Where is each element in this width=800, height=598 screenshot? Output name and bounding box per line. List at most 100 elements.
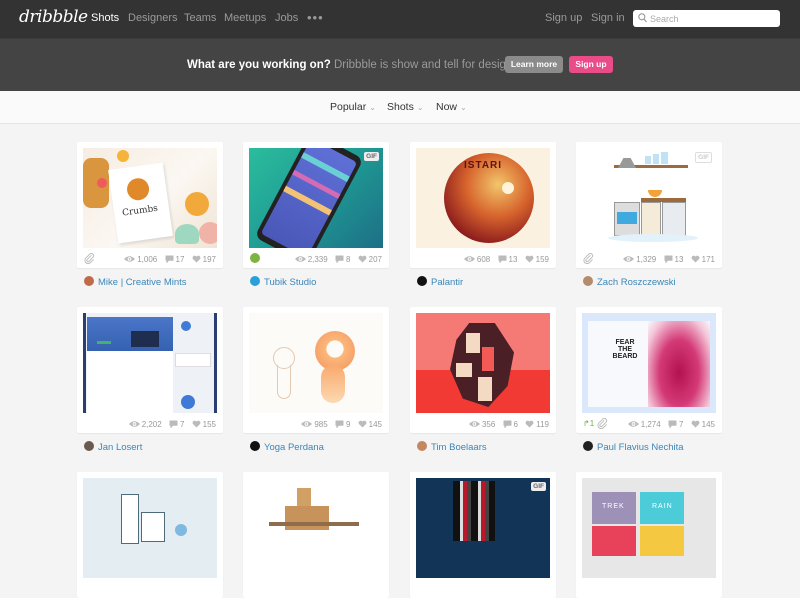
rain-card: RAIN: [640, 492, 684, 524]
shot-card[interactable]: GIF 2,339 8 207: [243, 142, 389, 268]
search-box[interactable]: [633, 10, 780, 27]
nav-jobs[interactable]: Jobs: [275, 12, 298, 24]
nav-designers[interactable]: Designers: [128, 12, 178, 24]
shot-card[interactable]: [243, 472, 389, 598]
learn-more-button[interactable]: Learn more: [505, 56, 563, 73]
likes-count[interactable]: 197: [192, 255, 216, 264]
comments-count[interactable]: 7: [668, 420, 683, 429]
shot-author[interactable]: Palantir: [417, 276, 463, 288]
likes-count[interactable]: 145: [358, 420, 382, 429]
nav-shots[interactable]: Shots: [91, 12, 119, 24]
comments-count[interactable]: 7: [169, 420, 184, 429]
shot-thumbnail[interactable]: GIF: [249, 148, 383, 248]
shot-thumbnail[interactable]: [249, 313, 383, 413]
shot-card[interactable]: 985 9 145: [243, 307, 389, 433]
jar-shape: [653, 154, 659, 164]
author-name[interactable]: Tim Boelaars: [431, 442, 487, 453]
shot-thumbnail[interactable]: ISTARI: [416, 148, 550, 248]
comments-count[interactable]: 8: [335, 255, 350, 264]
shot-card[interactable]: GIF: [410, 472, 556, 598]
nav-teams[interactable]: Teams: [184, 12, 216, 24]
nav-sign-in[interactable]: Sign in: [591, 12, 625, 24]
shot-card[interactable]: 356 6 119: [410, 307, 556, 433]
gif-badge: GIF: [364, 152, 379, 161]
cta-shape: [97, 341, 111, 344]
outline-nine-tail: [277, 365, 291, 399]
eye-icon: [124, 255, 135, 263]
author-name[interactable]: Paul Flavius Nechita: [597, 442, 684, 453]
likes-count[interactable]: 145: [691, 420, 715, 429]
sort-filter-dropdown[interactable]: Popular ⌄: [330, 101, 376, 113]
comment-icon: [335, 255, 344, 263]
eye-icon: [129, 420, 140, 428]
shot-thumbnail[interactable]: TREK RAIN: [582, 478, 716, 578]
comments-count[interactable]: 13: [664, 255, 683, 264]
rebound-icon[interactable]: [250, 253, 260, 263]
shot-author[interactable]: Yoga Perdana: [250, 441, 324, 453]
attachment-icon[interactable]: [583, 253, 594, 264]
author-name[interactable]: Zach Roszczewski: [597, 277, 676, 288]
shot-thumbnail[interactable]: FEAR THE BEARD: [582, 313, 716, 413]
shot-author[interactable]: Mike | Creative Mints: [84, 276, 187, 288]
building-shape: [285, 506, 329, 530]
likes-count[interactable]: 119: [525, 420, 549, 429]
dribbble-logo[interactable]: dribbble: [19, 7, 88, 27]
author-name[interactable]: Palantir: [431, 277, 463, 288]
shot-card[interactable]: GIF 1,329 13 171: [576, 142, 722, 268]
shot-thumbnail[interactable]: Crumbs: [83, 148, 217, 248]
shot-card[interactable]: 2,202 7 155: [77, 307, 223, 433]
shot-thumbnail[interactable]: [83, 313, 217, 413]
nav-meetups[interactable]: Meetups: [224, 12, 266, 24]
likes-count[interactable]: 171: [691, 255, 715, 264]
shot-author[interactable]: Zach Roszczewski: [583, 276, 676, 288]
likes-count[interactable]: 159: [525, 255, 549, 264]
shot-stats: 985 9 145: [296, 420, 382, 429]
author-name[interactable]: Jan Losert: [98, 442, 142, 453]
likes-count[interactable]: 155: [192, 420, 216, 429]
trek-text: TREK: [602, 503, 625, 510]
shot-card[interactable]: Crumbs 1,006 17 197: [77, 142, 223, 268]
banner-message: What are you working on? Dribbble is sho…: [187, 59, 531, 71]
shot-thumbnail[interactable]: GIF: [416, 478, 550, 578]
search-input[interactable]: [650, 10, 775, 27]
shot-card[interactable]: FEAR THE BEARD ↱1 1,274 7 145: [576, 307, 722, 433]
author-name[interactable]: Yoga Perdana: [264, 442, 324, 453]
shot-author[interactable]: Paul Flavius Nechita: [583, 441, 684, 453]
shot-thumbnail[interactable]: [416, 313, 550, 413]
time-filter-dropdown[interactable]: Now ⌄: [436, 101, 467, 113]
author-name[interactable]: Mike | Creative Mints: [98, 277, 187, 288]
comments-count[interactable]: 9: [335, 420, 350, 429]
comments-count[interactable]: 13: [498, 255, 517, 264]
shot-card[interactable]: TREK RAIN: [576, 472, 722, 598]
nav-sign-up[interactable]: Sign up: [545, 12, 582, 24]
comment-icon: [498, 255, 507, 263]
shot-author[interactable]: Jan Losert: [84, 441, 142, 453]
node-shape: [181, 321, 191, 331]
author-name[interactable]: Tubik Studio: [264, 277, 316, 288]
shot-author[interactable]: Tim Boelaars: [417, 441, 487, 453]
machine-shape: [121, 494, 139, 544]
banner-sign-up-button[interactable]: Sign up: [569, 56, 613, 73]
comment-icon: [165, 255, 174, 263]
attachment-icon[interactable]: [597, 418, 608, 429]
building-shape: [478, 377, 492, 401]
shot-author[interactable]: Tubik Studio: [250, 276, 316, 288]
shot-card[interactable]: ISTARI 608 13 159: [410, 142, 556, 268]
shot-thumbnail[interactable]: [83, 478, 217, 578]
shot-thumbnail[interactable]: GIF: [582, 148, 716, 248]
comments-count[interactable]: 17: [165, 255, 184, 264]
views-count: 1,006: [124, 255, 157, 264]
poster-collage: [453, 481, 495, 541]
shot-thumbnail[interactable]: [249, 478, 383, 578]
comments-count[interactable]: 6: [503, 420, 518, 429]
more-menu-icon[interactable]: •••: [307, 10, 324, 25]
shot-card[interactable]: [77, 472, 223, 598]
rebound-count[interactable]: ↱1: [583, 419, 594, 428]
poster-card: [592, 526, 636, 556]
time-filter-label: Now: [436, 101, 458, 113]
attachment-icon[interactable]: [84, 253, 95, 264]
type-filter-dropdown[interactable]: Shots ⌄: [387, 101, 424, 113]
heart-icon: [525, 255, 534, 263]
poster-card: [640, 526, 684, 556]
likes-count[interactable]: 207: [358, 255, 382, 264]
